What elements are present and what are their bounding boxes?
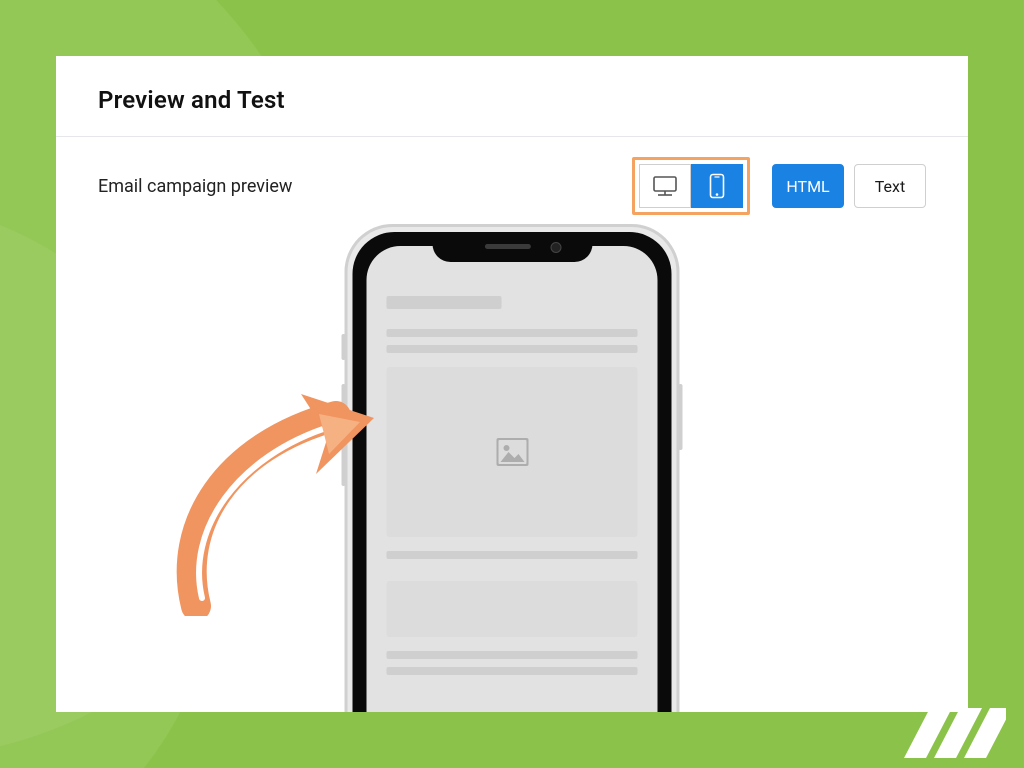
- wireframe-text-line: [387, 345, 638, 353]
- text-format-button[interactable]: Text: [854, 164, 926, 208]
- mobile-icon: [709, 173, 725, 199]
- phone-bezel: [353, 232, 672, 712]
- phone-side-button: [342, 334, 346, 360]
- toolbar: Email campaign preview: [56, 137, 968, 215]
- email-wireframe: [367, 246, 658, 712]
- card-header: Preview and Test: [56, 56, 968, 137]
- mobile-preview-button[interactable]: [691, 164, 743, 208]
- desktop-preview-button[interactable]: [639, 164, 691, 208]
- phone-screen: [367, 246, 658, 712]
- device-toggle-highlight: [632, 157, 750, 215]
- page-title: Preview and Test: [98, 86, 926, 114]
- phone-side-button: [679, 384, 683, 450]
- wireframe-text-line: [387, 329, 638, 337]
- desktop-icon: [652, 175, 678, 197]
- phone-notch: [432, 232, 592, 262]
- device-toggle-group: [639, 164, 743, 208]
- preview-subtitle: Email campaign preview: [98, 176, 292, 197]
- image-placeholder-icon: [495, 437, 529, 467]
- wireframe-image-placeholder: [387, 367, 638, 537]
- wireframe-text-line: [387, 651, 638, 659]
- wireframe-content-block: [387, 581, 638, 637]
- slashes-icon: [896, 708, 1006, 758]
- phone-frame: [345, 224, 680, 712]
- wireframe-heading-placeholder: [387, 296, 502, 309]
- wireframe-text-line: [387, 667, 638, 675]
- brand-logo: [896, 708, 1006, 758]
- preview-card: Preview and Test Email campaign preview: [56, 56, 968, 712]
- html-format-button[interactable]: HTML: [772, 164, 844, 208]
- stage-background: Preview and Test Email campaign preview: [0, 0, 1024, 768]
- format-toggle-group: HTML Text: [772, 164, 926, 208]
- toolbar-controls: HTML Text: [632, 157, 926, 215]
- mobile-preview-mockup: [345, 224, 680, 712]
- phone-side-button: [342, 440, 346, 486]
- phone-side-button: [342, 384, 346, 430]
- wireframe-text-line: [387, 551, 638, 559]
